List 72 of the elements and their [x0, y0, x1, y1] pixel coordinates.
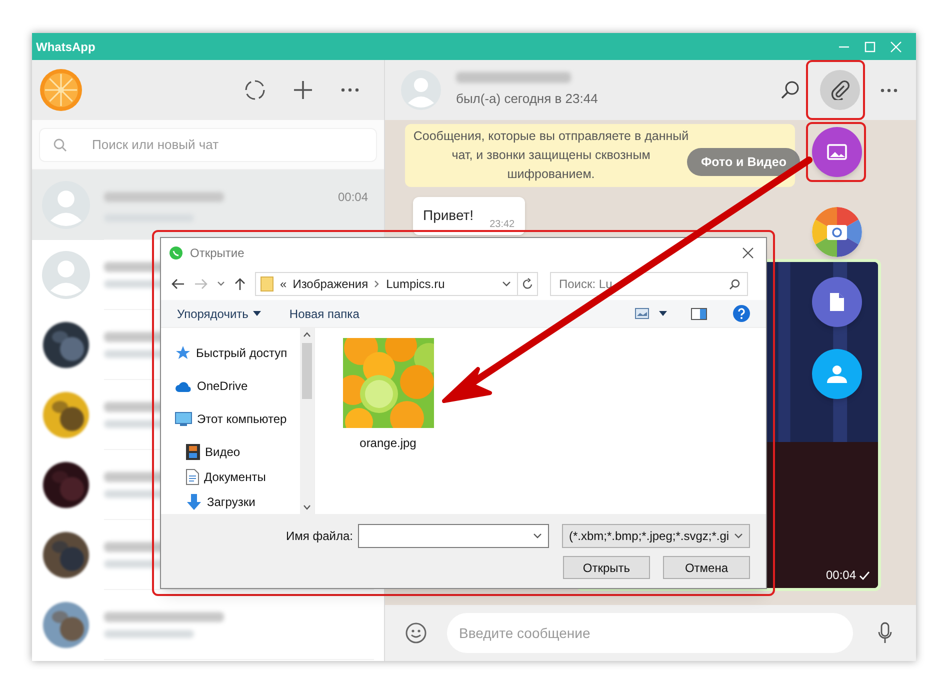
tree-item[interactable]: Видео — [175, 443, 300, 461]
cancel-button[interactable]: Отмена — [663, 556, 750, 579]
chevron-icon — [374, 280, 380, 288]
search-icon — [729, 279, 740, 290]
tooltip: Фото и Видео — [687, 148, 800, 176]
camera-icon — [812, 207, 862, 257]
new-folder-button[interactable]: Новая папка — [289, 304, 360, 322]
emoji-icon[interactable] — [405, 622, 427, 644]
message-text: Привет! — [423, 206, 474, 225]
monitor-icon — [175, 412, 192, 426]
image-icon — [827, 144, 847, 160]
tree-item[interactable]: OneDrive — [175, 377, 300, 395]
organize-button[interactable]: Упорядочить — [177, 304, 262, 322]
breadcrumb[interactable]: Lumpics.ru — [386, 275, 445, 293]
tree-item[interactable]: Быстрый доступ — [175, 344, 300, 362]
address-bar[interactable]: « Изображения Lumpics.ru — [255, 272, 538, 296]
highlight-frame — [806, 60, 865, 120]
tree-item[interactable]: Документы — [175, 468, 300, 486]
document-icon — [830, 293, 844, 311]
menu-icon[interactable] — [880, 88, 898, 92]
file-item[interactable]: orange.jpg — [340, 338, 436, 514]
film-icon — [186, 444, 200, 460]
message-time: 23:42 — [490, 218, 515, 232]
refresh-icon[interactable] — [522, 278, 533, 290]
status-icon[interactable] — [244, 79, 266, 101]
breadcrumb[interactable]: Изображения — [292, 275, 368, 293]
help-icon[interactable] — [733, 305, 750, 322]
file-name-label: Имя файла: — [286, 528, 353, 545]
attach-button[interactable] — [820, 70, 860, 110]
preview-pane-icon[interactable] — [691, 308, 707, 320]
avatar-icon — [401, 70, 441, 110]
document-icon — [186, 469, 199, 485]
scroll-down-icon[interactable] — [303, 505, 311, 510]
search-field[interactable]: Поиск или новый чат — [39, 128, 377, 162]
plus-icon[interactable] — [292, 79, 314, 101]
back-icon[interactable] — [171, 278, 185, 290]
view-icon[interactable] — [635, 308, 649, 319]
contact-status: был(-а) сегодня в 23:44 — [456, 90, 598, 108]
avatar-icon — [42, 181, 90, 229]
caret-icon[interactable] — [502, 281, 511, 287]
search-field[interactable]: Поиск: Lu — [550, 272, 748, 296]
caret-icon — [734, 533, 743, 539]
cloud-icon — [175, 380, 192, 392]
star-icon — [175, 345, 191, 361]
window-title: WhatsApp — [36, 38, 96, 56]
file-type-dropdown[interactable]: (*.xbm;*.bmp;*.jpeg;*.svgz;*.gi — [562, 524, 750, 548]
search-icon[interactable] — [780, 80, 800, 100]
menu-icon[interactable] — [340, 87, 360, 93]
video-duration: 00:04 — [826, 567, 856, 584]
caret-icon[interactable] — [659, 311, 667, 316]
open-button[interactable]: Открыть — [563, 556, 650, 579]
avatar-icon — [42, 251, 90, 299]
scroll-up-icon[interactable] — [303, 332, 311, 337]
message-field[interactable]: Введите сообщение — [447, 613, 853, 653]
caret-icon — [533, 533, 542, 539]
scroll-thumb[interactable] — [302, 343, 312, 399]
close-icon[interactable] — [742, 247, 754, 259]
person-icon — [827, 365, 847, 383]
chat-time: 00:04 — [338, 188, 368, 206]
paperclip-icon — [830, 80, 850, 100]
up-icon[interactable] — [234, 277, 246, 291]
dialog-title: Открытие — [190, 245, 244, 262]
microphone-icon[interactable] — [878, 622, 892, 644]
file-name-field[interactable] — [358, 524, 549, 548]
tree-item[interactable]: Загрузки — [175, 493, 300, 511]
tree-item[interactable]: Этот компьютер — [175, 410, 300, 428]
chat-bubble-icon — [169, 246, 183, 260]
scrollbar[interactable] — [300, 328, 314, 514]
breadcrumb-separator: « — [280, 276, 287, 293]
folder-icon — [260, 276, 274, 292]
download-icon — [186, 494, 202, 510]
search-icon — [53, 138, 67, 152]
